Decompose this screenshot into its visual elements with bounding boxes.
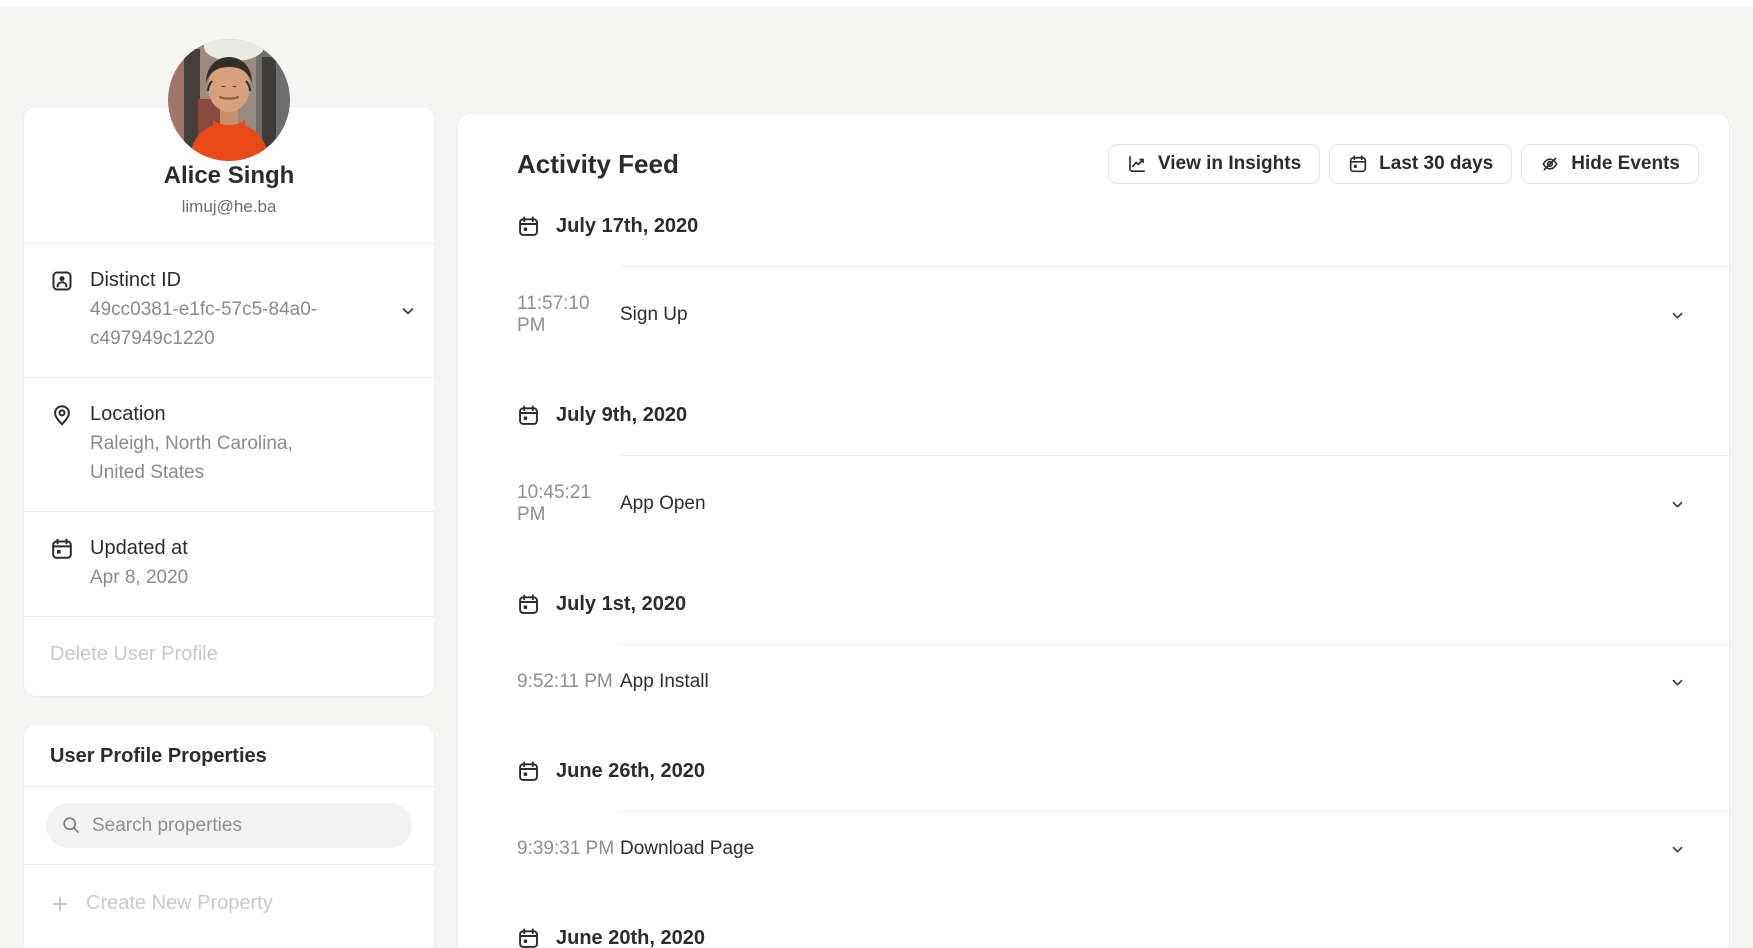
delete-user-profile-button[interactable]: Delete User Profile xyxy=(24,617,434,696)
chevron-down-icon[interactable] xyxy=(400,303,416,319)
calendar-icon xyxy=(517,760,540,783)
view-in-insights-button[interactable]: View in Insights xyxy=(1108,144,1320,184)
feed-actions: View in Insights Last 30 days Hide Event… xyxy=(1108,144,1699,184)
event-time: 10:45:21 PM xyxy=(517,482,620,526)
field-location: Location Raleigh, North Carolina, United… xyxy=(24,378,434,511)
field-value: Raleigh, North Carolina, United States xyxy=(90,429,342,487)
calendar-icon xyxy=(517,404,540,427)
line-chart-icon xyxy=(1127,154,1147,174)
avatar xyxy=(168,39,290,161)
event-row[interactable]: 11:57:10 PM Sign Up xyxy=(517,267,1729,356)
field-value: Apr 8, 2020 xyxy=(90,563,342,592)
calendar-icon xyxy=(517,593,540,616)
activity-feed-column: Activity Feed View in Insights Last 30 d… xyxy=(458,114,1729,948)
activity-feed-card: Activity Feed View in Insights Last 30 d… xyxy=(458,114,1729,948)
plus-icon xyxy=(50,894,70,914)
chevron-down-icon[interactable] xyxy=(1670,308,1685,323)
date-group: June 26th, 2020 9:39:31 PM Download Page xyxy=(517,758,1729,879)
location-pin-icon xyxy=(50,403,74,427)
create-new-property-label: Create New Property xyxy=(86,892,273,915)
event-time: 9:39:31 PM xyxy=(517,838,620,860)
calendar-icon xyxy=(1348,154,1368,174)
field-label: Updated at xyxy=(90,536,416,560)
user-profile-properties-card: User Profile Properties Create New Prope… xyxy=(24,725,434,948)
chevron-down-icon[interactable] xyxy=(1670,675,1685,690)
event-name: Sign Up xyxy=(620,304,688,326)
create-new-property-button[interactable]: Create New Property xyxy=(24,865,434,921)
calendar-icon xyxy=(517,215,540,238)
date-group: July 1st, 2020 9:52:11 PM App Install xyxy=(517,591,1729,712)
date-label: July 9th, 2020 xyxy=(556,404,687,427)
event-time: 11:57:10 PM xyxy=(517,293,620,337)
last-30-days-button[interactable]: Last 30 days xyxy=(1329,144,1512,184)
event-name: App Open xyxy=(620,493,706,515)
field-label: Distinct ID xyxy=(90,268,400,292)
date-label: June 20th, 2020 xyxy=(556,927,705,948)
field-label: Location xyxy=(90,402,416,426)
chevron-down-icon[interactable] xyxy=(1670,497,1685,512)
field-updated-at: Updated at Apr 8, 2020 xyxy=(24,512,434,616)
property-item[interactable]: app version 2.3 xyxy=(24,921,434,948)
search-properties-input[interactable] xyxy=(46,803,412,848)
calendar-icon xyxy=(50,537,74,561)
hide-events-button[interactable]: Hide Events xyxy=(1521,144,1699,184)
field-value: 49cc0381-e1fc-57c5-84a0-c497949c1220 xyxy=(90,295,342,353)
button-label: Last 30 days xyxy=(1379,153,1493,175)
event-row[interactable]: 9:39:31 PM Download Page xyxy=(517,812,1729,879)
date-label: July 17th, 2020 xyxy=(556,215,698,238)
date-label: June 26th, 2020 xyxy=(556,760,705,783)
top-strip xyxy=(0,0,1753,7)
event-name: App Install xyxy=(620,671,709,693)
date-group: July 9th, 2020 10:45:21 PM App Open xyxy=(517,402,1729,545)
activity-feed-title: Activity Feed xyxy=(517,149,679,180)
calendar-icon xyxy=(517,927,540,948)
button-label: View in Insights xyxy=(1158,153,1301,175)
search-icon xyxy=(61,815,81,835)
properties-panel-title: User Profile Properties xyxy=(24,725,434,786)
profile-email: limuj@he.ba xyxy=(24,198,434,243)
event-row[interactable]: 9:52:11 PM App Install xyxy=(517,645,1729,712)
date-group: July 17th, 2020 11:57:10 PM Sign Up xyxy=(517,213,1729,356)
chevron-down-icon[interactable] xyxy=(1670,842,1685,857)
divider xyxy=(24,786,434,787)
date-label: July 1st, 2020 xyxy=(556,593,686,616)
profile-name: Alice Singh xyxy=(24,163,434,189)
date-group: June 20th, 2020 xyxy=(517,925,1729,948)
profile-sidebar: Alice Singh limuj@he.ba Distinct ID 49cc… xyxy=(24,7,434,948)
profile-summary-card: Alice Singh limuj@he.ba Distinct ID 49cc… xyxy=(24,107,434,696)
id-badge-icon xyxy=(50,269,74,293)
event-name: Download Page xyxy=(620,838,754,860)
event-time: 9:52:11 PM xyxy=(517,671,620,693)
user-profile-page: Alice Singh limuj@he.ba Distinct ID 49cc… xyxy=(0,7,1753,948)
eye-off-icon xyxy=(1540,154,1560,174)
field-distinct-id: Distinct ID 49cc0381-e1fc-57c5-84a0-c497… xyxy=(24,244,434,377)
button-label: Hide Events xyxy=(1571,153,1680,175)
event-row[interactable]: 10:45:21 PM App Open xyxy=(517,456,1729,545)
